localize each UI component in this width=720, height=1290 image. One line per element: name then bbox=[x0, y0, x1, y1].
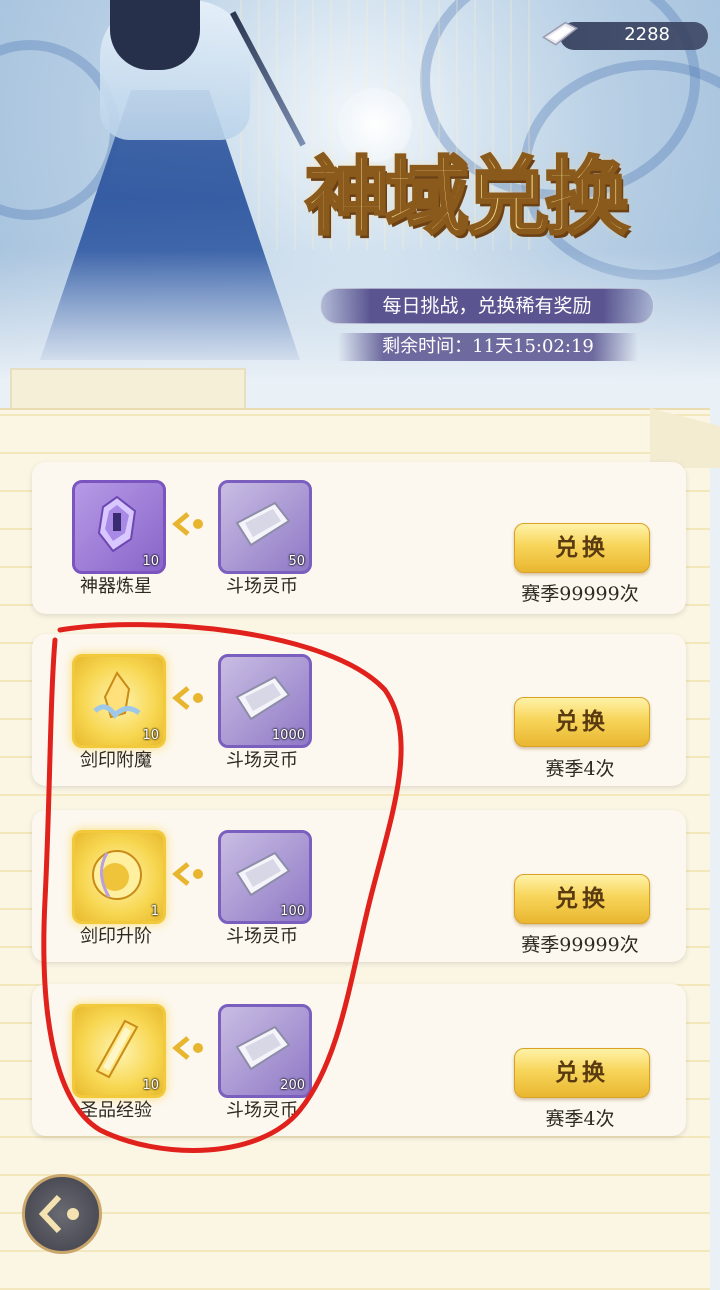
reward-slot[interactable]: 10 bbox=[72, 654, 166, 748]
reward-name: 剑印升阶 bbox=[80, 926, 152, 947]
cost-slot: 1000 bbox=[218, 654, 312, 748]
reward-name: 圣品经验 bbox=[80, 1100, 152, 1121]
gem-icon bbox=[95, 1019, 139, 1079]
title-text: 神域兑换 bbox=[303, 146, 630, 248]
cost-name: 斗场灵币 bbox=[226, 576, 298, 597]
exchange-button[interactable]: 兑换 bbox=[514, 874, 650, 924]
cost-name: 斗场灵币 bbox=[226, 926, 298, 947]
cost-qty: 100 bbox=[280, 904, 305, 919]
reward-qty: 10 bbox=[142, 728, 159, 743]
cost-qty: 50 bbox=[288, 554, 305, 569]
exchange-limit: 赛季4次 bbox=[545, 758, 615, 780]
currency-value: 2288 bbox=[624, 24, 670, 45]
back-button[interactable] bbox=[22, 1174, 102, 1254]
exchange-limit: 赛季99999次 bbox=[521, 934, 639, 956]
page-title: 神域兑换 bbox=[303, 120, 715, 270]
scroll-icon bbox=[92, 850, 142, 900]
exchange-row: 10 200 圣品经验 斗场灵币 兑换 赛季4次 bbox=[32, 984, 686, 1136]
reward-qty: 1 bbox=[150, 904, 159, 919]
exchange-row: 1 100 剑印升阶 斗场灵币 兑换 赛季99999次 bbox=[32, 810, 686, 962]
gem-icon bbox=[93, 671, 141, 719]
exchange-row: 10 1000 剑印附魔 斗场灵币 兑换 赛季4次 bbox=[32, 634, 686, 786]
reward-name: 剑印附魔 bbox=[80, 750, 152, 771]
exchange-arrow-icon bbox=[172, 1036, 203, 1060]
coin-icon bbox=[235, 851, 291, 897]
currency-display: 2288 bbox=[540, 18, 710, 54]
cost-qty: 1000 bbox=[271, 728, 305, 743]
exchange-limit: 赛季4次 bbox=[545, 1108, 615, 1130]
exchange-arrow-icon bbox=[172, 686, 203, 710]
cost-name: 斗场灵币 bbox=[226, 1100, 298, 1121]
back-arrow-icon bbox=[38, 1194, 79, 1234]
reward-qty: 10 bbox=[142, 1078, 159, 1093]
reward-qty: 10 bbox=[142, 554, 159, 569]
character-hair bbox=[110, 0, 200, 70]
subtitle-banner: 每日挑战，兑换稀有奖励 bbox=[320, 288, 654, 324]
reward-slot[interactable]: 10 bbox=[72, 480, 166, 574]
coin-icon bbox=[235, 1025, 291, 1071]
coin-icon bbox=[235, 675, 291, 721]
crystal-icon bbox=[97, 495, 137, 553]
exchange-row: 10 50 神器炼星 斗场灵币 兑换 赛季99999次 bbox=[32, 462, 686, 614]
reward-name: 神器炼星 bbox=[80, 576, 152, 597]
reward-slot[interactable]: 1 bbox=[72, 830, 166, 924]
exchange-button[interactable]: 兑换 bbox=[514, 697, 650, 747]
coin-icon bbox=[235, 501, 291, 547]
cost-slot: 200 bbox=[218, 1004, 312, 1098]
cost-slot: 100 bbox=[218, 830, 312, 924]
exchange-arrow-icon bbox=[172, 512, 203, 536]
reward-slot[interactable]: 10 bbox=[72, 1004, 166, 1098]
cost-slot: 50 bbox=[218, 480, 312, 574]
exchange-arrow-icon bbox=[172, 862, 203, 886]
exchange-button[interactable]: 兑换 bbox=[514, 523, 650, 573]
exchange-limit: 赛季99999次 bbox=[521, 583, 639, 605]
cost-qty: 200 bbox=[280, 1078, 305, 1093]
exchange-button[interactable]: 兑换 bbox=[514, 1048, 650, 1098]
cost-name: 斗场灵币 bbox=[226, 750, 298, 771]
countdown-timer: 剩余时间：11天15:02:19 bbox=[338, 333, 638, 361]
